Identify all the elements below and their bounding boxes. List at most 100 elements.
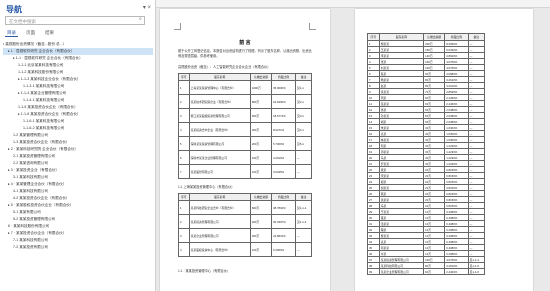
table-header-cell: 序号	[178, 73, 190, 81]
nav-tree-item[interactable]: 1-3 某某投资合伙企业（有限合伙）	[3, 139, 153, 146]
table-cell: 1	[178, 80, 190, 95]
table-cell: 见1-1-6	[467, 268, 486, 275]
horizontal-ruler	[156, 0, 550, 8]
table-cell: 3.6445%	[271, 164, 297, 179]
table-cell: 见1-1-1	[295, 200, 312, 215]
table-header-cell: 备注	[295, 73, 312, 81]
table-cell: 1000万	[249, 80, 273, 95]
table-row: 1 某某科技研究企业合伙（有限合伙） 600万 38.7802% 见1-1-1	[178, 200, 312, 215]
table-cell: —	[295, 242, 312, 257]
table-cell: 35.0000%	[271, 80, 297, 95]
table-header-cell: 股东名称	[378, 33, 425, 41]
nav-tree-item[interactable]: 2-1 某某投资管理有限公司	[3, 153, 153, 160]
table-cell: 某某技术研究院企业（有限合伙）	[188, 94, 251, 109]
table-cell: 500万	[249, 108, 273, 123]
shareholder-table-3: 序号 股东名称 认缴出资额 持股比例 备注 1 傅某某 200万 8.2560% —2 王某某 150…	[367, 33, 486, 275]
table-cell: 400万	[249, 214, 273, 229]
table-cell: 1	[178, 200, 190, 215]
table-cell: 见5-1	[295, 136, 312, 151]
nav-tree-item[interactable]: 6 · 某某科技股份有限公司	[3, 223, 153, 230]
nav-tree-item[interactable]: 1-1-6-2 某某科技有限公司	[3, 125, 153, 132]
nav-tree-item[interactable]: 7-2 某某投资有限公司	[3, 244, 153, 251]
nav-tree-item[interactable]: ▸ 1-1-6 某某投资合伙企业（有限合伙）	[3, 111, 153, 118]
table-cell: 3	[178, 228, 190, 243]
section-heading: 1-1 上海某某投资管理中心（有限合伙）	[178, 185, 235, 189]
nav-tree-item[interactable]: 4-1 某某科技有限公司	[3, 188, 153, 195]
nav-tree-item[interactable]: ▸ 1-1 · 昆视软件研究 企业合伙（有限合伙）	[3, 55, 153, 62]
nav-tree-item[interactable]: 1-1-6-1 某某科技有限公司	[3, 118, 153, 125]
table-cell: 某某投资管理有限公司	[188, 214, 251, 229]
table-row: 1 上海某某投资管理中心（有限合伙） 1000万 35.0000% 见1-1	[178, 80, 312, 95]
table-cell: 某某企业管理有限公司	[378, 268, 425, 275]
nav-tree-item[interactable]: 1-1-4-1 某某科技有限公司	[3, 97, 153, 104]
table-cell: 8.0271%	[271, 122, 297, 137]
nav-tree-item[interactable]: ▸ 1-1-3 某某科技企业合伙（有限合伙）	[3, 76, 153, 83]
table-row: 6 深圳市某某企业管理有限公司 150万 4.2910% —	[178, 150, 312, 165]
nav-tree-item[interactable]: 7-1 某某科技有限公司	[3, 237, 153, 244]
table-header-cell: 序号	[367, 33, 380, 41]
table-header-cell: 持股比例	[271, 73, 297, 81]
nav-tree-item[interactable]: 1-1-1 北京某某科技有限公司	[3, 62, 153, 69]
search-icon[interactable]: ⌕	[139, 16, 153, 22]
search-input[interactable]: 在文档中搜索	[5, 16, 145, 25]
nav-tree-item[interactable]: ▪ 高视股份出资情况（截至...股份 总...）	[3, 41, 153, 48]
table-cell: 某某投资合伙企业（有限合伙）	[188, 122, 251, 137]
table-row: 4 某某投资合伙企业（有限合伙） 300万 8.0271% 见4-1	[178, 122, 312, 137]
nav-tree-item[interactable]: ▸ 1 · 昆视软件研究 企业合伙（有限合伙）	[3, 48, 153, 55]
nav-tree-item[interactable]: 5-1 某某有限公司	[3, 209, 153, 216]
table-cell: 200万	[249, 136, 273, 151]
shareholder-table-1: 序号 股东名称 认缴出资额 持股比例 备注 1 上海某某投资管理中心（有限合伙） 1000万 3…	[178, 73, 312, 179]
nav-controls[interactable]: ▾ ×	[143, 4, 151, 11]
table-header-cell: 认缴出资额	[423, 33, 446, 41]
table-cell: 4	[178, 122, 190, 137]
table-cell: 3	[178, 108, 190, 123]
intro-paragraph: 基于公开工商登记信息，本报告对出资结构进行了梳理，列示了股东名称、认缴出资额、出…	[178, 49, 312, 58]
table-cell: 24.6300%	[271, 94, 297, 109]
nav-tree-item[interactable]: 1-2 某某管理有限公司	[3, 132, 153, 139]
shareholder-table-2: 序号 股东名称 认缴出资额 持股比例 备注 1 某某科技研究企业合伙（有限合伙） 600万 38…	[178, 193, 312, 257]
nav-tree-item[interactable]: 4-2 某某投资合伙企业（有限合伙）	[3, 195, 153, 202]
nav-tabs: 目录 页面 结果	[5, 29, 56, 37]
section-heading: 高视股份出资（截至）：人工智能研究企业合伙企业（有限合伙）	[178, 65, 271, 69]
table-cell: 39	[367, 268, 380, 275]
table-cell: 5	[178, 136, 190, 151]
nav-tree-item[interactable]: 3-1 某某科技有限公司	[3, 174, 153, 181]
table-row: 2 某某投资管理有限公司 400万 30.3307% 见1-1-2	[178, 214, 312, 229]
nav-tree-item[interactable]: 1-1-2 某某科技股份有限公司	[3, 69, 153, 76]
margin-mark	[174, 23, 181, 30]
table-header-cell: 持股比例	[444, 33, 469, 41]
tab-headings[interactable]: 目录	[5, 29, 18, 37]
table-header-cell: 序号	[178, 193, 190, 201]
table-row: 4 某某股权投资中心（有限合伙） 100万 6.2060% —	[178, 242, 312, 257]
table-cell: 见3-1	[295, 108, 312, 123]
navigation-pane: 导航 ▾ × 在文档中搜索 ⌕ 目录 页面 结果 ▪ 高视股份出资情况（截至..…	[0, 0, 156, 291]
nav-tree-item[interactable]: ▸ 5 · 某某股权投资合伙企业（有限合伙）	[3, 202, 153, 209]
table-cell: 18.6774%	[271, 108, 297, 123]
nav-title: 导航	[6, 5, 22, 14]
nav-tree-item[interactable]: 5-2 某某投资管理有限公司	[3, 216, 153, 223]
table-cell: 6	[178, 150, 190, 165]
table-cell: 7	[178, 164, 190, 179]
heading-tree: ▪ 高视股份出资情况（截至...股份 总...） ▸ 1 · 昆视软件研究 企业合…	[3, 41, 153, 251]
tab-results[interactable]: 结果	[43, 29, 56, 37]
margin-mark	[309, 23, 316, 30]
tab-pages[interactable]: 页面	[24, 29, 37, 37]
nav-tree-item[interactable]: 1-1-5 某某投资合伙企业（有限合伙）	[3, 104, 153, 111]
section-heading: 1-1 · 某某投资管理中心（有限合伙）	[178, 269, 231, 273]
nav-tree-item[interactable]: ▸ 3 · 某某投资企业（有限合伙）	[3, 167, 153, 174]
table-cell: 深圳市某某企业管理有限公司	[188, 150, 251, 165]
nav-tree-item[interactable]: ▸ 4 · 某某管理企业合伙（有限合伙）	[3, 181, 153, 188]
table-cell: 2	[178, 214, 190, 229]
table-cell: 5.7300%	[271, 136, 297, 151]
table-cell: 600万	[249, 200, 273, 215]
nav-tree-item[interactable]: ▸ 2 · 某某科技研究院 企业合伙（有限合伙）	[3, 146, 153, 153]
nav-tree-item[interactable]: 2-2 某某咨询有限公司	[3, 160, 153, 167]
nav-tree-item[interactable]: ▸ 1-1-4 某某企业管理有限公司	[3, 90, 153, 97]
document-page-2: 序号 股东名称 认缴出资额 持股比例 备注 1 傅某某 200万 8.2560% —2 王某某 150…	[355, 9, 533, 291]
table-header-cell: 持股比例	[271, 193, 297, 201]
table-row: 5 深圳某某投资管理有限公司 200万 5.7300% 见5-1	[178, 136, 312, 151]
nav-tree-item[interactable]: 1-1-3-1 某某科技有限公司	[3, 83, 153, 90]
nav-tree-item[interactable]: ▸ 7 · 某某投资合伙企业（有限合伙）	[3, 230, 153, 237]
table-header-cell: 认缴出资额	[249, 193, 273, 201]
table-row: 3 某某企业管理有限公司 300万 24.6831% —	[178, 228, 312, 243]
